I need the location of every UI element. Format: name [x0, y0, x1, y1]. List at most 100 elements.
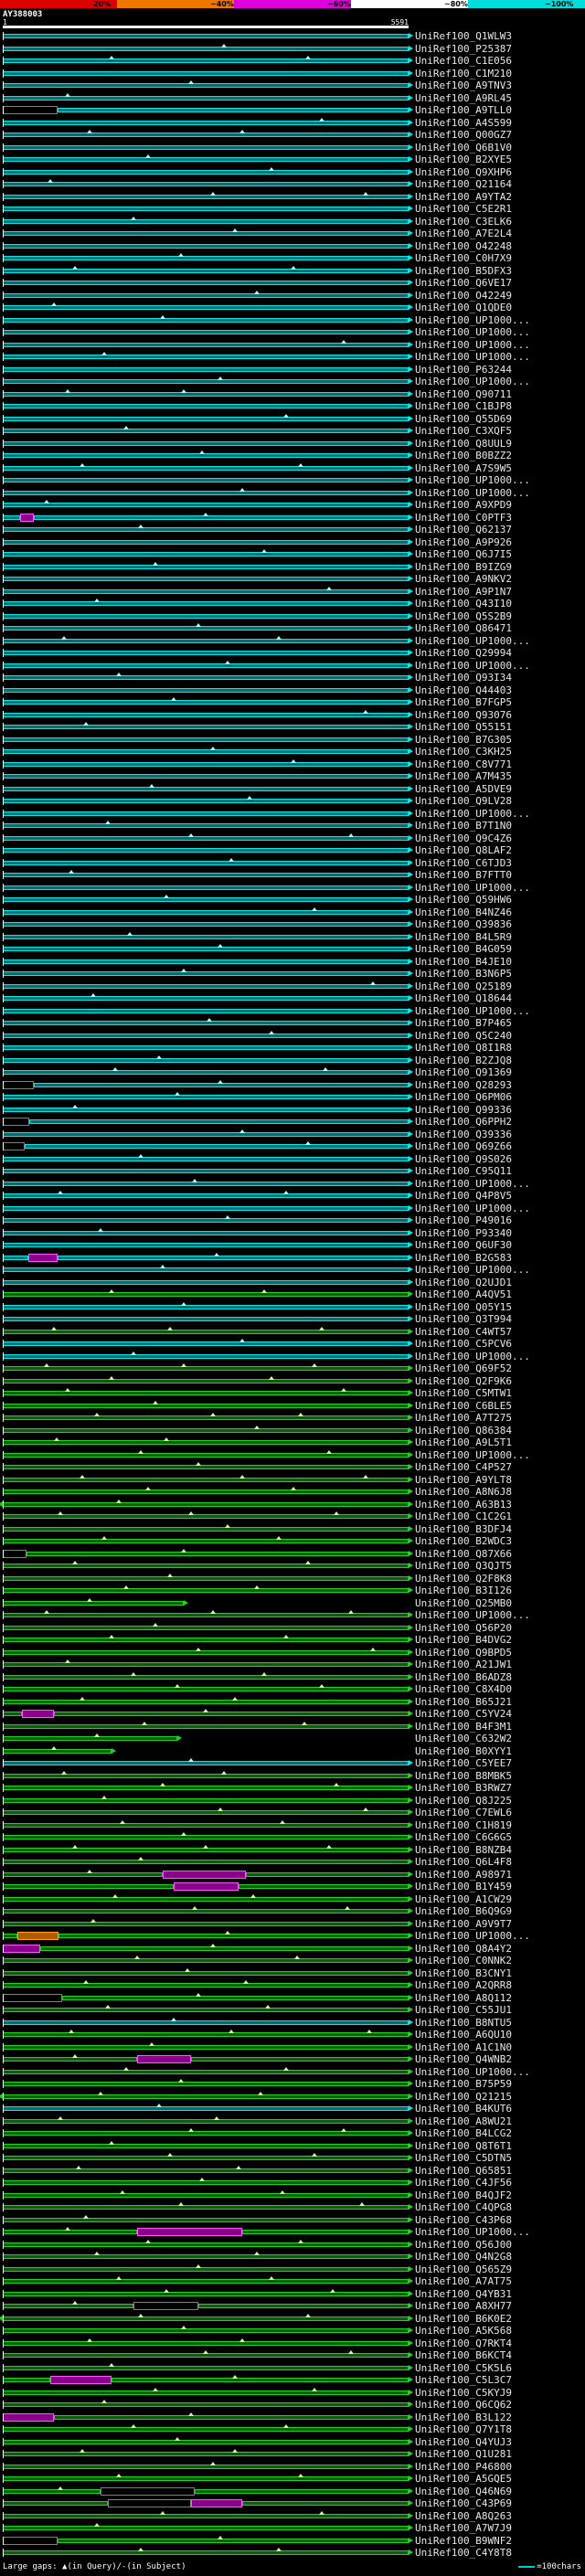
hit-label[interactable]: UniRef100_Q65851: [415, 2165, 512, 2177]
alignment-segment[interactable]: [3, 2156, 409, 2160]
hit-label[interactable]: UniRef100_C3ELK6: [415, 216, 512, 228]
alignment-segment[interactable]: [3, 1427, 409, 1433]
alignment-segment[interactable]: [3, 749, 409, 754]
alignment-segment[interactable]: [3, 971, 409, 976]
alignment-segment[interactable]: [3, 243, 409, 249]
alignment-segment[interactable]: [19, 513, 35, 522]
hit-label[interactable]: UniRef100_Q21164: [415, 179, 512, 190]
hit-label[interactable]: UniRef100_B4L5R9: [415, 931, 512, 943]
alignment-segment[interactable]: [3, 527, 409, 532]
hit-label[interactable]: UniRef100_Q1U281: [415, 2449, 512, 2460]
alignment-segment[interactable]: [3, 588, 409, 594]
alignment-segment[interactable]: [3, 1353, 409, 1359]
alignment-segment[interactable]: [3, 1687, 409, 1691]
hit-label[interactable]: UniRef100_C0H7X9: [415, 253, 512, 264]
alignment-segment[interactable]: [16, 1932, 59, 1940]
hit-label[interactable]: UniRef100_B4G059: [415, 944, 512, 955]
alignment-segment[interactable]: [3, 207, 409, 211]
hit-label[interactable]: UniRef100_Q5S2B9: [415, 610, 512, 622]
hit-label[interactable]: UniRef100_C5YEE7: [415, 1758, 512, 1769]
hit-label[interactable]: UniRef100_UP1000...: [415, 660, 530, 672]
alignment-segment[interactable]: [3, 1748, 112, 1754]
hit-label[interactable]: UniRef100_Q87X66: [415, 1548, 512, 1560]
alignment-segment[interactable]: [3, 330, 409, 334]
hit-label[interactable]: UniRef100_A7AT75: [415, 2276, 512, 2287]
alignment-segment[interactable]: [3, 2192, 409, 2198]
hit-label[interactable]: UniRef100_Q25MB0: [415, 1597, 512, 1609]
alignment-segment[interactable]: [3, 2390, 409, 2395]
alignment-segment[interactable]: [58, 1934, 409, 1938]
alignment-segment[interactable]: [3, 2143, 409, 2148]
hit-label[interactable]: UniRef100_UP1000...: [415, 327, 530, 338]
alignment-segment[interactable]: [3, 1107, 409, 1112]
hit-label[interactable]: UniRef100_Q4WNB2: [415, 2054, 512, 2065]
alignment-segment[interactable]: [108, 2499, 192, 2507]
alignment-segment[interactable]: [3, 1896, 409, 1902]
hit-label[interactable]: UniRef100_C3KH25: [415, 747, 512, 758]
hit-label[interactable]: UniRef100_A9L5T1: [415, 1437, 512, 1448]
alignment-segment[interactable]: [3, 218, 409, 224]
alignment-segment[interactable]: [3, 281, 409, 285]
hit-label[interactable]: UniRef100_C1H819: [415, 1819, 512, 1831]
alignment-segment[interactable]: [3, 1662, 409, 1667]
hit-label[interactable]: UniRef100_A8XH77: [415, 2301, 512, 2312]
hit-label[interactable]: UniRef100_Q05Y15: [415, 1301, 512, 1313]
alignment-segment[interactable]: [3, 786, 409, 791]
hit-label[interactable]: UniRef100_Q4N2G8: [415, 2252, 512, 2263]
alignment-segment[interactable]: [3, 1625, 409, 1630]
alignment-segment[interactable]: [3, 1279, 409, 1285]
alignment-segment[interactable]: [3, 1884, 174, 1889]
alignment-segment[interactable]: [3, 1993, 63, 2002]
alignment-segment[interactable]: [21, 1710, 54, 1718]
hit-label[interactable]: UniRef100_B8MBK5: [415, 1770, 512, 1782]
alignment-segment[interactable]: [3, 133, 409, 137]
alignment-segment[interactable]: [3, 2378, 50, 2382]
hit-label[interactable]: UniRef100_A6QU10: [415, 2030, 512, 2041]
hit-label[interactable]: UniRef100_C1C2G1: [415, 1511, 512, 1522]
hit-label[interactable]: UniRef100_P93340: [415, 1227, 512, 1239]
hit-label[interactable]: UniRef100_Q6PM06: [415, 1092, 512, 1103]
hit-label[interactable]: UniRef100_UP1000...: [415, 352, 530, 363]
alignment-segment[interactable]: [3, 1970, 409, 1976]
hit-label[interactable]: UniRef100_UP1000...: [415, 475, 530, 486]
hit-label[interactable]: UniRef100_A1C1N0: [415, 2041, 512, 2053]
hit-label[interactable]: UniRef100_Q6VE17: [415, 278, 512, 289]
alignment-segment[interactable]: [3, 552, 409, 557]
alignment-segment[interactable]: [3, 1797, 409, 1803]
alignment-segment[interactable]: [3, 1575, 409, 1581]
hit-label[interactable]: UniRef100_UP1000...: [415, 1351, 530, 1362]
alignment-segment[interactable]: [3, 2205, 409, 2210]
alignment-segment[interactable]: [3, 564, 409, 569]
alignment-segment[interactable]: [3, 1218, 409, 1223]
hit-label[interactable]: UniRef100_Q9S026: [415, 1153, 512, 1165]
alignment-segment[interactable]: [3, 2008, 409, 2012]
alignment-segment[interactable]: [195, 2488, 409, 2494]
hit-label[interactable]: UniRef100_A5GQE5: [415, 2474, 512, 2485]
alignment-segment[interactable]: [3, 1317, 409, 1321]
alignment-segment[interactable]: [3, 2550, 409, 2555]
hit-label[interactable]: UniRef100_C5YV24: [415, 1709, 512, 1720]
hit-label[interactable]: UniRef100_O42249: [415, 290, 512, 302]
hit-label[interactable]: UniRef100_A5K568: [415, 2326, 512, 2337]
hit-label[interactable]: UniRef100_C55JU1: [415, 2005, 512, 2016]
hit-label[interactable]: UniRef100_B8NZB4: [415, 1844, 512, 1856]
hit-label[interactable]: UniRef100_C95Q11: [415, 1166, 512, 1177]
alignment-segment[interactable]: [3, 1008, 409, 1013]
alignment-segment[interactable]: [3, 651, 409, 655]
hit-label[interactable]: UniRef100_A9P1N7: [415, 586, 512, 598]
alignment-segment[interactable]: [3, 1822, 409, 1828]
alignment-segment[interactable]: [3, 909, 409, 915]
hit-label[interactable]: UniRef100_C6TJD3: [415, 857, 512, 869]
alignment-segment[interactable]: [3, 1600, 185, 1606]
alignment-segment[interactable]: [3, 514, 20, 520]
hit-label[interactable]: UniRef100_Q29994: [415, 648, 512, 659]
alignment-segment[interactable]: [3, 1366, 409, 1371]
hit-label[interactable]: UniRef100_Q6CQ62: [415, 2400, 512, 2411]
hit-label[interactable]: UniRef100_A8N6J8: [415, 1487, 512, 1498]
alignment-segment[interactable]: [3, 996, 409, 1001]
hit-label[interactable]: UniRef100_UP1000...: [415, 376, 530, 387]
alignment-segment[interactable]: [242, 2501, 409, 2506]
alignment-segment[interactable]: [3, 182, 409, 186]
alignment-segment[interactable]: [3, 1045, 409, 1050]
alignment-segment[interactable]: [3, 1549, 27, 1558]
